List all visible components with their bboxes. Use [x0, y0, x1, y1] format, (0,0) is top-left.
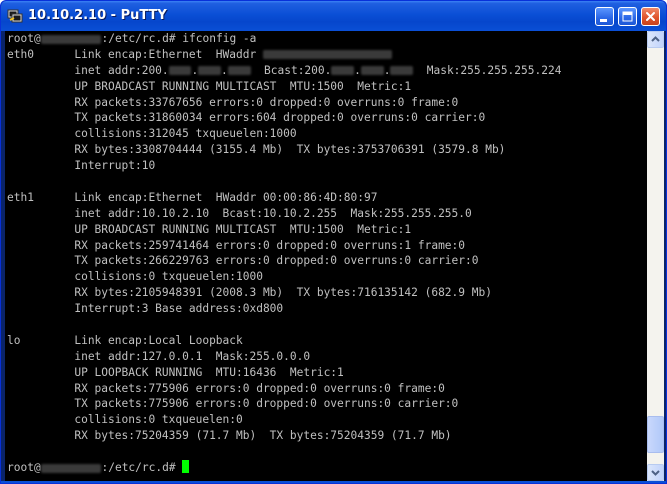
terminal-text: Interrupt:10	[7, 159, 156, 173]
terminal-text: UP LOOPBACK RUNNING MTU:16436 Metric:1	[7, 365, 344, 379]
terminal-line: UP BROADCAST RUNNING MULTICAST MTU:1500 …	[7, 222, 561, 238]
terminal-text: root@	[7, 32, 41, 45]
terminal-cursor	[182, 460, 190, 474]
terminal-text: Bcast:200.	[250, 63, 332, 77]
terminal-text: inet addr:10.10.2.10 Bcast:10.10.2.255 M…	[7, 206, 472, 220]
terminal-text: RX packets:33767656 errors:0 dropped:0 o…	[7, 95, 459, 109]
putty-app-icon[interactable]	[7, 8, 23, 24]
maximize-button[interactable]	[618, 7, 637, 26]
terminal-line: RX packets:775906 errors:0 dropped:0 ove…	[7, 381, 561, 397]
terminal-line: collisions:312045 txqueuelen:1000	[7, 126, 561, 142]
terminal-line: inet addr:10.10.2.10 Bcast:10.10.2.255 M…	[7, 206, 561, 222]
terminal-line: UP LOOPBACK RUNNING MTU:16436 Metric:1	[7, 365, 561, 381]
terminal-line: collisions:0 txqueuelen:1000	[7, 269, 561, 285]
redacted-text	[40, 34, 102, 44]
scroll-up-button[interactable]	[647, 31, 664, 48]
terminal-text: .	[354, 63, 361, 77]
chevron-up-icon	[651, 36, 660, 42]
terminal-line: TX packets:775906 errors:0 dropped:0 ove…	[7, 396, 561, 412]
maximize-icon	[622, 11, 633, 22]
redacted-text	[390, 66, 414, 76]
terminal-text: .	[191, 63, 199, 77]
terminal-line: RX packets:33767656 errors:0 dropped:0 o…	[7, 95, 561, 111]
redacted-text	[360, 66, 384, 76]
terminal-text: root@	[7, 461, 41, 475]
chevron-down-icon	[651, 470, 660, 476]
terminal-text: .	[221, 63, 228, 77]
terminal-line: collisions:0 txqueuelen:0	[7, 412, 561, 428]
terminal-line: RX bytes:2105948391 (2008.3 Mb) TX bytes…	[7, 285, 561, 301]
terminal-line: eth1 Link encap:Ethernet HWaddr 00:00:86…	[7, 190, 561, 206]
terminal-text: UP BROADCAST RUNNING MULTICAST MTU:1500 …	[7, 79, 412, 93]
terminal-text: collisions:312045 txqueuelen:1000	[7, 127, 297, 141]
terminal-text: inet addr:127.0.0.1 Mask:255.0.0.0	[7, 349, 311, 363]
terminal-text: RX bytes:3308704444 (3155.4 Mb) TX bytes…	[7, 143, 506, 157]
terminal-line: UP BROADCAST RUNNING MULTICAST MTU:1500 …	[7, 79, 561, 95]
terminal-line: TX packets:31860034 errors:604 dropped:0…	[7, 110, 561, 126]
terminal-text: :/etc/rc.d# ifconfig -a	[101, 32, 257, 45]
terminal-text: RX packets:775906 errors:0 dropped:0 ove…	[7, 381, 445, 395]
terminal-text: Interrupt:3 Base address:0xd800	[7, 302, 284, 316]
terminal-line: RX bytes:3308704444 (3155.4 Mb) TX bytes…	[7, 142, 561, 158]
putty-window: 10.10.2.10 - PuTTY root@ :/etc/rc.d# ifco…	[0, 0, 667, 484]
terminal-line: root@ :/etc/rc.d# ifconfig -a	[7, 31, 561, 47]
terminal-text: eth1 Link encap:Ethernet HWaddr 00:00:86…	[7, 190, 378, 204]
minimize-button[interactable]	[595, 7, 614, 26]
redacted-text	[262, 50, 393, 60]
terminal-screen[interactable]: root@ :/etc/rc.d# ifconfig -a eth0 Link en…	[5, 31, 647, 481]
scrollbar-thumb[interactable]	[647, 416, 664, 453]
close-icon	[646, 12, 655, 21]
close-button[interactable]	[641, 7, 660, 26]
terminal-text: RX packets:259741464 errors:0 dropped:0 …	[7, 238, 466, 252]
terminal-text: TX packets:31860034 errors:604 dropped:0…	[7, 111, 486, 125]
terminal-line: eth0 Link encap:Ethernet HWaddr	[7, 47, 561, 63]
terminal-text: Mask:255.255.255.224	[413, 63, 562, 77]
terminal-line: RX packets:259741464 errors:0 dropped:0 …	[7, 238, 561, 254]
redacted-text	[168, 66, 192, 76]
vertical-scrollbar[interactable]	[647, 31, 664, 481]
redacted-text	[198, 66, 221, 76]
window-title: 10.10.2.10 - PuTTY	[28, 8, 167, 23]
terminal-text: collisions:0 txqueuelen:1000	[7, 270, 263, 284]
terminal-line: lo Link encap:Local Loopback	[7, 333, 561, 349]
terminal-text: UP BROADCAST RUNNING MULTICAST MTU:1500 …	[7, 222, 412, 236]
terminal-output: root@ :/etc/rc.d# ifconfig -a eth0 Link en…	[7, 31, 561, 476]
terminal-line: Interrupt:10	[7, 158, 561, 174]
redacted-text	[227, 66, 251, 76]
terminal-line: TX packets:266229763 errors:0 dropped:0 …	[7, 253, 561, 269]
title-bar[interactable]: 10.10.2.10 - PuTTY	[1, 1, 666, 31]
terminal-line: inet addr:127.0.0.1 Mask:255.0.0.0	[7, 349, 561, 365]
terminal-line: root@ :/etc/rc.d#	[7, 460, 561, 476]
terminal-line: RX bytes:75204359 (71.7 Mb) TX bytes:752…	[7, 428, 561, 444]
redacted-text	[331, 66, 355, 76]
terminal-text: lo Link encap:Local Loopback	[7, 333, 243, 347]
terminal-text: .	[383, 63, 391, 77]
terminal-text: eth0 Link encap:Ethernet HWaddr	[7, 47, 263, 61]
terminal-text: TX packets:266229763 errors:0 dropped:0 …	[7, 254, 479, 268]
terminal-text: TX packets:775906 errors:0 dropped:0 ove…	[7, 397, 459, 411]
redacted-text	[40, 463, 102, 473]
terminal-text: RX bytes:75204359 (71.7 Mb) TX bytes:752…	[7, 429, 452, 443]
terminal-text: inet addr:200.	[7, 63, 169, 77]
terminal-line: inet addr:200... Bcast:200... Mask:255.2…	[7, 63, 561, 79]
scroll-down-button[interactable]	[647, 464, 664, 481]
minimize-icon	[600, 19, 607, 22]
terminal-line: Interrupt:3 Base address:0xd800	[7, 301, 561, 317]
terminal-text: :/etc/rc.d#	[101, 461, 183, 475]
terminal-text: RX bytes:2105948391 (2008.3 Mb) TX bytes…	[7, 286, 492, 300]
terminal-text: collisions:0 txqueuelen:0	[7, 413, 243, 427]
